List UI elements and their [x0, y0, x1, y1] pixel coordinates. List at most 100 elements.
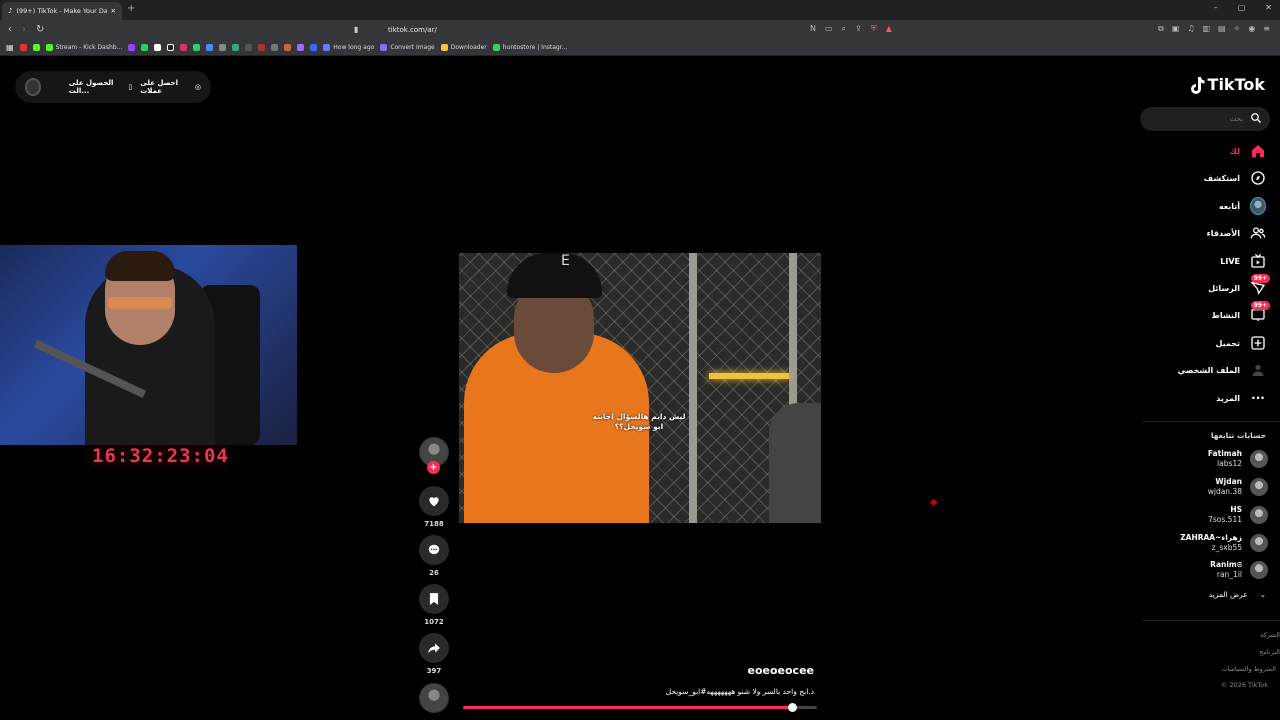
- see-more-link[interactable]: عرض المزيد ⌄: [1209, 590, 1266, 599]
- bookmark-favicon-icon: [492, 44, 500, 51]
- account-handle: labs12: [1217, 459, 1242, 468]
- new-tab-button[interactable]: +: [127, 3, 135, 14]
- bookmark-label: How long ago: [333, 44, 375, 51]
- bookmark-icon[interactable]: [219, 44, 227, 51]
- nav-label: استكشف: [1203, 173, 1240, 183]
- subtitle-line: ابو سويحل؟؟: [614, 422, 664, 431]
- forward-icon[interactable]: ›: [22, 24, 26, 36]
- bookmark-icon[interactable]: [284, 44, 292, 51]
- following-avatar-icon: [1250, 197, 1266, 215]
- nav-label: النشاط: [1211, 310, 1240, 320]
- follow-plus-icon[interactable]: +: [427, 461, 440, 474]
- ai-icon[interactable]: ✧: [1234, 24, 1241, 34]
- bookmark-icon[interactable]: [193, 44, 201, 51]
- following-account[interactable]: Fatimah labs12: [1158, 447, 1268, 471]
- music-icon[interactable]: ♫: [1187, 24, 1194, 34]
- get-coins-link[interactable]: احصل على عملات ◎: [140, 79, 201, 95]
- bookmark-item[interactable]: Downloader: [440, 44, 487, 51]
- share-icon[interactable]: ⇪: [855, 24, 862, 34]
- nav-more[interactable]: المزيد ···: [1216, 388, 1266, 408]
- nav-label: LIVE: [1220, 256, 1240, 266]
- nav-following[interactable]: أتابعه: [1219, 196, 1266, 216]
- tiktok-icon[interactable]: [167, 44, 175, 51]
- instagram-icon[interactable]: [180, 44, 188, 51]
- bookmark-item[interactable]: How long ago: [323, 44, 374, 51]
- nav-live[interactable]: LIVE: [1220, 251, 1266, 271]
- x-icon[interactable]: [154, 44, 162, 51]
- video-player[interactable]: E ليش دايم هالسؤال اجابته ابو سويحل؟؟: [459, 253, 821, 523]
- bookmark-icon[interactable]: [271, 44, 279, 51]
- sound-avatar[interactable]: [419, 683, 449, 713]
- bookmark-item[interactable]: Stream - Kick Dashb...: [45, 44, 122, 51]
- following-account[interactable]: Wjdan wjdan.38: [1158, 475, 1268, 499]
- get-app-link[interactable]: الحصول على الت... ▯: [69, 79, 132, 95]
- twitch-icon[interactable]: [128, 44, 136, 51]
- share-button[interactable]: [419, 633, 449, 663]
- rewards-icon[interactable]: ▲: [886, 24, 892, 34]
- comment-button[interactable]: [419, 535, 449, 565]
- sidebar-icon[interactable]: ▥: [1202, 24, 1210, 34]
- wallet-icon[interactable]: ▤: [1218, 24, 1226, 34]
- bookmark-icon[interactable]: [258, 44, 266, 51]
- close-window-icon[interactable]: ✕: [1265, 3, 1272, 12]
- bookmark-label: Downloader: [450, 44, 487, 51]
- zoom-icon[interactable]: ⌕: [842, 24, 846, 34]
- video-progress-bar[interactable]: [463, 703, 817, 712]
- footer-program-link[interactable]: البرنامج: [1259, 648, 1280, 656]
- nav-upload[interactable]: تحميل: [1215, 333, 1266, 353]
- nav-messages[interactable]: الرسائل 99+: [1208, 274, 1270, 298]
- video-author[interactable]: eoeoeocee: [748, 664, 815, 677]
- cast-icon[interactable]: ▭: [825, 24, 833, 34]
- extension-icon[interactable]: ⧉: [1158, 24, 1164, 34]
- comment-icon: [428, 544, 440, 555]
- save-button[interactable]: [419, 584, 449, 614]
- bookmark-icon[interactable]: [297, 44, 305, 51]
- following-account[interactable]: ZAHRAA~زهراء z_sxb55: [1158, 531, 1268, 555]
- compass-icon: [1250, 170, 1266, 186]
- minimize-icon[interactable]: –: [1214, 3, 1218, 12]
- nav-friends[interactable]: الأصدقاء: [1207, 223, 1266, 243]
- apps-icon[interactable]: ▦: [6, 43, 14, 52]
- following-account[interactable]: Ranim𝔖 ran_1il: [1158, 558, 1268, 582]
- account-avatar: [1250, 450, 1268, 468]
- bookmark-icon[interactable]: [310, 44, 318, 51]
- translate-icon[interactable]: N: [810, 24, 816, 34]
- search-input[interactable]: [1148, 111, 1243, 127]
- kick-icon[interactable]: [32, 44, 40, 51]
- nav-activity[interactable]: النشاط 99+: [1211, 301, 1270, 325]
- close-tab-icon[interactable]: ✕: [111, 7, 116, 15]
- mouse-cursor-marker: [929, 498, 938, 507]
- brave-shield-icon[interactable]: ⛨: [871, 24, 877, 34]
- whatsapp-icon[interactable]: [141, 44, 149, 51]
- streamer-webcam-overlay: [0, 245, 297, 445]
- like-button[interactable]: [419, 486, 449, 516]
- tab-title: (99+) TikTok - Make Your Day: [16, 7, 107, 15]
- following-account[interactable]: HS 7sos.511: [1158, 503, 1268, 527]
- nav-profile[interactable]: الملف الشخصي: [1178, 360, 1266, 380]
- back-icon[interactable]: ‹: [8, 24, 12, 36]
- bookmark-page-icon[interactable]: ▮: [354, 24, 358, 36]
- extension-icon[interactable]: ▣: [1172, 24, 1180, 34]
- vpn-icon[interactable]: ◉: [1248, 24, 1255, 34]
- bookmark-icon[interactable]: [206, 44, 214, 51]
- maximize-icon[interactable]: ▢: [1238, 3, 1246, 12]
- bookmark-item[interactable]: huntostore | Instagr...: [492, 44, 567, 51]
- nav-for-you[interactable]: لك: [1230, 141, 1266, 161]
- nav-label: أتابعه: [1218, 201, 1240, 211]
- progress-knob[interactable]: [788, 703, 798, 712]
- tiktok-logo[interactable]: TikTok: [1189, 75, 1265, 94]
- menu-icon[interactable]: ≡: [1263, 24, 1270, 34]
- bookmark-icon[interactable]: [245, 44, 253, 51]
- footer-company-link[interactable]: الشركة: [1260, 631, 1280, 639]
- bookmark-icon[interactable]: [232, 44, 240, 51]
- browser-tab[interactable]: ♪ (99+) TikTok - Make Your Day ✕: [2, 2, 122, 20]
- youtube-icon[interactable]: [19, 44, 27, 51]
- search-box[interactable]: [1140, 107, 1270, 131]
- sidebar-divider: [1142, 421, 1280, 422]
- bookmark-item[interactable]: Convert Image: [380, 44, 435, 51]
- footer-terms-link[interactable]: الشروط والسياسات: [1221, 665, 1276, 673]
- nav-explore[interactable]: استكشف: [1204, 168, 1266, 188]
- search-icon[interactable]: [1250, 112, 1262, 124]
- reload-icon[interactable]: ↻: [36, 24, 44, 36]
- user-avatar[interactable]: [25, 78, 41, 96]
